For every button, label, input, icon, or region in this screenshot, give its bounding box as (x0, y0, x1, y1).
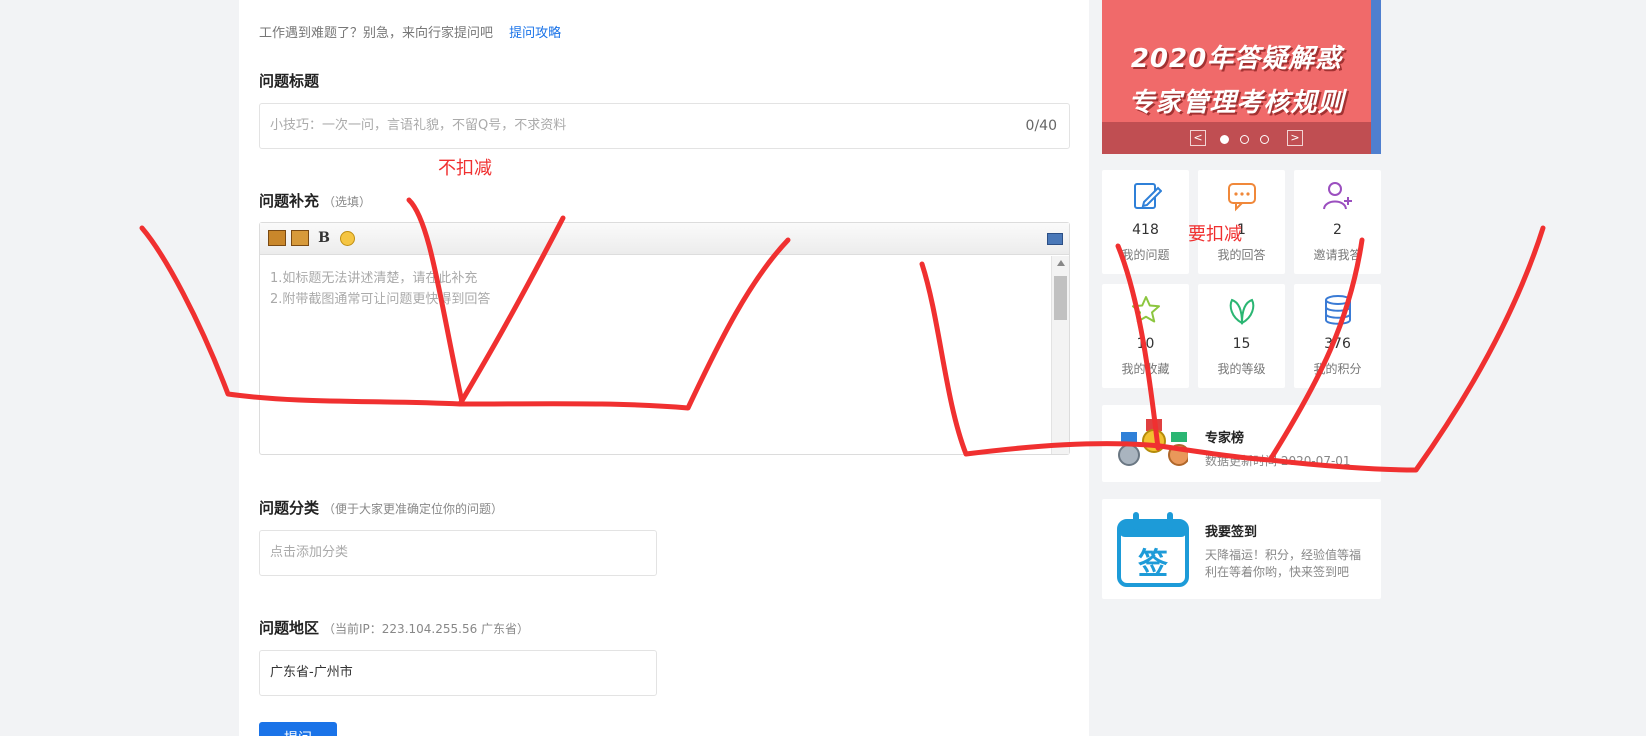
signin-desc-line-2: 利在等着你哟，快来签到吧 (1205, 565, 1350, 579)
editor-scrollbar[interactable] (1051, 256, 1069, 454)
region-hint: （当前IP：223.104.255.56 广东省） (323, 622, 530, 636)
stat-caption: 我的积分 (1313, 362, 1362, 376)
emoji-icon[interactable] (340, 231, 355, 246)
annotation-deduction: 要扣减 (1188, 224, 1242, 245)
banner-prev-button[interactable]: < (1190, 130, 1206, 146)
intro-text: 工作遇到难题了？别急，来向行家提问吧 提问攻略 (259, 22, 561, 41)
expert-card-title: 专家榜 (1205, 431, 1245, 446)
expert-ranking-card[interactable]: 专家榜 数据更新时间 2020-07-01 (1102, 405, 1381, 482)
stat-invited-answers[interactable]: 2 邀请我答 (1294, 170, 1381, 274)
stat-caption: 我的等级 (1217, 362, 1266, 376)
bold-button[interactable]: B (315, 230, 333, 246)
coins-icon (1325, 295, 1351, 325)
banner-next-slide-edge (1371, 0, 1381, 154)
chat-icon (1228, 183, 1256, 212)
ask-guide-link[interactable]: 提问攻略 (509, 26, 561, 41)
upload-image-icon[interactable] (291, 230, 309, 246)
category-label: 问题分类 （便于大家更准确定位你的问题） (259, 497, 503, 518)
stat-caption: 邀请我答 (1313, 248, 1362, 262)
star-icon (1132, 296, 1160, 323)
banner-line-2: 专家管理考核规则 (1128, 88, 1345, 118)
rich-text-editor[interactable]: B 1.如标题无法讲述清楚，请在此补充 2.附带截图通常可让问题更快得到回答 (259, 222, 1070, 455)
banner-dot-1[interactable] (1220, 135, 1229, 144)
edit-icon (1134, 183, 1162, 209)
stat-value: 376 (1324, 336, 1351, 352)
banner-next-button[interactable]: > (1287, 130, 1303, 146)
stat-my-favorites[interactable]: 10 我的收藏 (1102, 284, 1189, 388)
stat-caption: 我的回答 (1217, 248, 1266, 262)
supplement-label: 问题补充 （选填） (259, 190, 371, 211)
calendar-character: 签 (1138, 547, 1168, 582)
banner-dot-2[interactable] (1240, 135, 1249, 144)
stat-caption: 我的问题 (1121, 248, 1170, 262)
stat-my-points[interactable]: 376 我的积分 (1294, 284, 1381, 388)
intro-message: 工作遇到难题了？别急，来向行家提问吧 (259, 26, 494, 41)
stat-my-level[interactable]: 15 我的等级 (1198, 284, 1285, 388)
title-label: 问题标题 (259, 72, 320, 90)
category-input[interactable]: 点击添加分类 (259, 530, 657, 576)
scroll-thumb[interactable] (1054, 276, 1067, 320)
region-input[interactable]: 广东省-广州市 (259, 650, 657, 696)
supplement-hint: （选填） (323, 195, 372, 209)
stat-value: 2 (1333, 222, 1342, 238)
editor-body[interactable]: 1.如标题无法讲述清楚，请在此补充 2.附带截图通常可让问题更快得到回答 (260, 256, 1051, 454)
editor-placeholder-line-1: 1.如标题无法讲述清楚，请在此补充 (270, 271, 478, 286)
insert-image-icon[interactable] (268, 230, 286, 246)
title-input[interactable]: 小技巧：一次一问，言语礼貌，不留Q号，不求资料 0/40 (259, 103, 1070, 149)
signin-card-title: 我要签到 (1205, 525, 1258, 540)
invite-user-icon (1323, 182, 1352, 210)
region-label-text: 问题地区 (259, 619, 320, 637)
category-placeholder: 点击添加分类 (270, 545, 349, 560)
stat-caption: 我的收藏 (1121, 362, 1170, 376)
category-label-text: 问题分类 (259, 499, 320, 517)
signin-desc-line-1: 天降福运！积分，经验值等福 (1205, 548, 1362, 562)
banner-controls: < > (1102, 122, 1371, 154)
daily-signin-card[interactable]: 签 我要签到 天降福运！积分，经验值等福 利在等着你哟，快来签到吧 (1102, 499, 1381, 599)
banner-dot-3[interactable] (1260, 135, 1269, 144)
promo-banner[interactable]: 2020年答疑解惑 专家管理考核规则 < > (1102, 0, 1381, 154)
title-char-counter: 0/40 (1025, 118, 1057, 134)
editor-toolbar: B (260, 223, 1069, 255)
source-view-icon[interactable] (1047, 233, 1063, 245)
supplement-label-text: 问题补充 (259, 192, 320, 210)
stat-value: 10 (1136, 336, 1155, 352)
title-placeholder: 小技巧：一次一问，言语礼貌，不留Q号，不求资料 (270, 118, 567, 133)
stat-value: 15 (1232, 336, 1251, 352)
region-value: 广东省-广州市 (270, 665, 353, 680)
medals-icon (1118, 419, 1188, 466)
question-form-panel: 工作遇到难题了？别急，来向行家提问吧 提问攻略 问题标题 小技巧：一次一问，言语… (239, 0, 1089, 736)
region-label: 问题地区 （当前IP：223.104.255.56 广东省） (259, 617, 529, 638)
stat-my-questions[interactable]: 418 我的问题 (1102, 170, 1189, 274)
editor-placeholder-line-2: 2.附带截图通常可让问题更快得到回答 (270, 292, 491, 307)
scroll-up-arrow-icon[interactable] (1057, 260, 1065, 266)
signin-card-description: 天降福运！积分，经验值等福 利在等着你哟，快来签到吧 (1205, 547, 1361, 581)
banner-line-1: 2020年答疑解惑 (1130, 44, 1343, 74)
stat-value: 418 (1132, 222, 1159, 238)
annotation-no-deduction: 不扣减 (438, 158, 492, 179)
expert-card-update-time: 数据更新时间 2020-07-01 (1205, 454, 1351, 468)
submit-question-button[interactable]: 提问 (259, 722, 337, 736)
leaf-icon (1229, 298, 1255, 325)
category-hint: （便于大家更准确定位你的问题） (323, 502, 504, 516)
